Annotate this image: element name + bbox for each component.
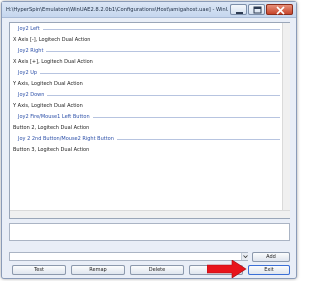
mapping-list-item[interactable]: Y Axis, Logitech Dual Action — [11, 79, 282, 90]
add-button[interactable]: Add — [252, 252, 290, 262]
maximize-button[interactable] — [248, 4, 265, 15]
group-divider — [40, 73, 280, 74]
chevron-down-icon — [243, 255, 248, 259]
group-divider — [93, 117, 280, 118]
group-label: Joy2 Up — [18, 70, 38, 76]
test-button[interactable]: Test — [12, 265, 66, 275]
close-button[interactable] — [266, 4, 293, 15]
horizontal-scrollbar[interactable] — [10, 210, 290, 218]
item-label: Y Axis, Logitech Dual Action — [13, 103, 83, 109]
mapping-list-item[interactable]: Y Axis, Logitech Dual Action — [11, 101, 282, 112]
exit-button[interactable]: Exit — [248, 265, 290, 275]
item-label: Button 3, Logitech Dual Action — [13, 147, 90, 153]
vertical-scrollbar[interactable] — [282, 23, 290, 210]
mapping-list-content: Joy2 Left X Axis [-], Logitech Dual Actio… — [11, 24, 282, 210]
red-arrow-icon — [207, 260, 247, 278]
group-divider — [46, 51, 280, 52]
mapping-group-header[interactable]: Joy2 Up — [11, 68, 282, 79]
item-label: Button 2, Logitech Dual Action — [13, 125, 90, 131]
mapping-list-item[interactable]: Button 3, Logitech Dual Action — [11, 145, 282, 156]
minimize-icon — [236, 12, 243, 14]
group-label: Joy2 Right — [18, 48, 44, 54]
mapping-group-header[interactable]: Joy2 Right — [11, 46, 282, 57]
item-label: X Axis [+], Logitech Dual Action — [13, 59, 93, 65]
mapping-group-header[interactable]: Joy 2 2nd Button/Mouse2 Right Button — [11, 134, 282, 145]
item-label: Y Axis, Logitech Dual Action — [13, 81, 83, 87]
title-bar[interactable]: H:\HyperSpin\Emulators\WinUAE2.8.2.0b1\C… — [2, 2, 296, 18]
mapping-list-item[interactable]: X Axis [+], Logitech Dual Action — [11, 57, 282, 68]
combo-dropdown-button[interactable] — [241, 253, 248, 260]
mapping-list-item[interactable]: Button 2, Logitech Dual Action — [11, 123, 282, 134]
group-label: Joy2 Fire/Mouse1 Left Button — [18, 114, 90, 120]
group-divider — [47, 95, 280, 96]
mapping-detail-box[interactable] — [9, 223, 290, 241]
maximize-icon — [253, 6, 262, 14]
item-label: X Axis [-], Logitech Dual Action — [13, 37, 91, 43]
mapping-group-header[interactable]: Joy2 Down — [11, 90, 282, 101]
group-label: Joy2 Down — [18, 92, 45, 98]
close-icon — [276, 6, 285, 15]
remap-button[interactable]: Remap — [71, 265, 125, 275]
winuae-properties-window: H:\HyperSpin\Emulators\WinUAE2.8.2.0b1\C… — [1, 1, 297, 279]
minimize-button[interactable] — [230, 4, 247, 15]
mapping-group-header[interactable]: Joy2 Left — [11, 24, 282, 35]
mapping-list-item[interactable]: X Axis [-], Logitech Dual Action — [11, 35, 282, 46]
window-title: H:\HyperSpin\Emulators\WinUAE2.8.2.0b1\C… — [6, 7, 228, 13]
group-label: Joy 2 2nd Button/Mouse2 Right Button — [18, 136, 114, 142]
group-divider — [43, 29, 280, 30]
group-divider — [117, 139, 280, 140]
delete-button[interactable]: Delete — [130, 265, 184, 275]
input-mapping-list[interactable]: Joy2 Left X Axis [-], Logitech Dual Actio… — [9, 22, 290, 219]
group-label: Joy2 Left — [18, 26, 40, 32]
mapping-group-header[interactable]: Joy2 Fire/Mouse1 Left Button — [11, 112, 282, 123]
